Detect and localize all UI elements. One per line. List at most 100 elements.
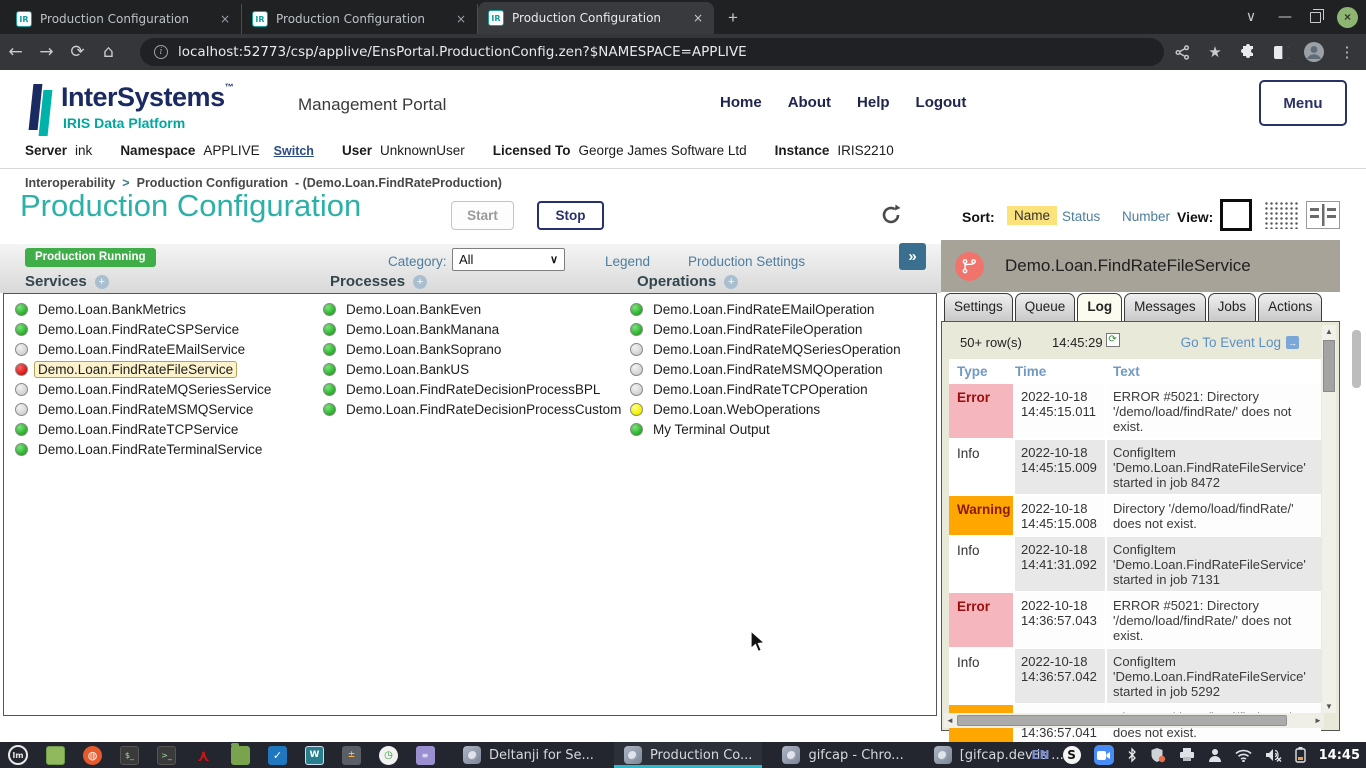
wifi-icon[interactable] xyxy=(1235,749,1252,762)
legend-link[interactable]: Legend xyxy=(605,254,650,269)
address-bar[interactable]: i localhost:52773/csp/applive/EnsPortal.… xyxy=(140,38,1164,66)
status-dot-icon[interactable] xyxy=(630,363,643,376)
user-tray-icon[interactable] xyxy=(1208,748,1222,762)
status-dot-icon[interactable] xyxy=(15,423,28,436)
extensions-icon[interactable] xyxy=(1235,39,1261,65)
browser-tab[interactable]: IR Production Configuration × xyxy=(6,4,242,34)
profile-avatar[interactable] xyxy=(1301,39,1327,65)
service-item-label[interactable]: Demo.Loan.FindRateCSPService xyxy=(34,321,243,338)
scroll-left-icon[interactable]: ◄ xyxy=(944,713,956,728)
operation-item[interactable]: Demo.Loan.FindRateTCPOperation xyxy=(630,379,905,399)
process-item[interactable]: Demo.Loan.BankSoprano xyxy=(323,339,625,359)
new-tab-button[interactable]: + xyxy=(720,5,746,31)
operation-item-label[interactable]: Demo.Loan.WebOperations xyxy=(649,401,824,418)
taskbar-clock[interactable]: 14:45 xyxy=(1319,748,1360,763)
service-item[interactable]: Demo.Loan.FindRateMSMQService xyxy=(15,399,275,419)
operation-item-label[interactable]: Demo.Loan.FindRateMQSeriesOperation xyxy=(649,341,905,358)
production-settings-link[interactable]: Production Settings xyxy=(688,254,805,269)
menu-button[interactable]: Menu xyxy=(1259,80,1347,126)
process-item-label[interactable]: Demo.Loan.FindRateDecisionProcessCustom xyxy=(342,401,625,418)
scroll-down-icon[interactable]: ▼ xyxy=(1322,700,1336,713)
process-item[interactable]: Demo.Loan.BankEven xyxy=(323,299,625,319)
tab-close-icon[interactable]: × xyxy=(690,10,706,26)
status-dot-icon[interactable] xyxy=(15,343,28,356)
restore-icon[interactable] xyxy=(1310,12,1321,23)
process-item-label[interactable]: Demo.Loan.FindRateDecisionProcessBPL xyxy=(342,381,604,398)
log-vertical-scrollbar[interactable]: ▲ ▼ xyxy=(1322,325,1336,713)
back-icon[interactable]: ← xyxy=(0,42,31,62)
add-service-icon[interactable]: + xyxy=(95,275,109,289)
log-col-type[interactable]: Type xyxy=(949,364,1015,379)
service-item-label[interactable]: Demo.Loan.FindRateMQSeriesService xyxy=(34,381,275,398)
browser-tab[interactable]: IR Production Configuration × xyxy=(478,2,714,34)
status-dot-icon[interactable] xyxy=(630,303,643,316)
sort-number-option[interactable]: Number xyxy=(1122,209,1170,224)
nav-about[interactable]: About xyxy=(788,94,831,111)
status-dot-icon[interactable] xyxy=(15,363,28,376)
process-item[interactable]: Demo.Loan.BankUS xyxy=(323,359,625,379)
status-dot-icon[interactable] xyxy=(15,443,28,456)
view-split-button[interactable] xyxy=(1306,201,1340,229)
minimize-icon[interactable]: — xyxy=(1276,9,1294,25)
taskbar-window-button[interactable]: Deltanji for Se... xyxy=(453,742,604,768)
service-item[interactable]: Demo.Loan.FindRateFileService xyxy=(15,359,275,379)
operation-item[interactable]: Demo.Loan.FindRateMSMQOperation xyxy=(630,359,905,379)
service-item-label[interactable]: Demo.Loan.FindRateEMailService xyxy=(34,341,249,358)
editor-app-icon[interactable]: W xyxy=(305,746,324,765)
page-scrollbar-thumb[interactable] xyxy=(1352,330,1361,388)
taskbar-window-button[interactable]: gifcap - Chro... xyxy=(772,742,913,768)
status-dot-icon[interactable] xyxy=(630,383,643,396)
red-app-icon[interactable]: ⋏ xyxy=(194,746,213,765)
status-dot-icon[interactable] xyxy=(15,403,28,416)
forward-icon[interactable]: → xyxy=(31,42,62,62)
operation-item[interactable]: Demo.Loan.FindRateEMailOperation xyxy=(630,299,905,319)
operation-item-label[interactable]: Demo.Loan.FindRateFileOperation xyxy=(649,321,866,338)
status-dot-icon[interactable] xyxy=(323,343,336,356)
category-select[interactable]: All ∨ xyxy=(452,248,565,271)
refresh-indicator-icon[interactable] xyxy=(879,203,903,227)
operation-item[interactable]: Demo.Loan.WebOperations xyxy=(630,399,905,419)
status-dot-icon[interactable] xyxy=(323,303,336,316)
view-grid-button[interactable] xyxy=(1264,201,1298,229)
detail-tab[interactable]: Queue xyxy=(1015,293,1076,322)
process-item[interactable]: Demo.Loan.FindRateDecisionProcessBPL xyxy=(323,379,625,399)
detail-tab[interactable]: Actions xyxy=(1258,293,1322,322)
tab-search-icon[interactable]: ∨ xyxy=(1242,9,1260,25)
scroll-right-icon[interactable]: ► xyxy=(1312,713,1324,728)
nav-help[interactable]: Help xyxy=(857,94,890,111)
notes-app-icon[interactable]: ≡ xyxy=(416,746,435,765)
process-item[interactable]: Demo.Loan.FindRateDecisionProcessCustom xyxy=(323,399,625,419)
log-row[interactable]: Info 2022-10-1814:41:31.092 ConfigItem '… xyxy=(949,537,1321,591)
detail-tab[interactable]: Messages xyxy=(1124,293,1206,322)
service-item[interactable]: Demo.Loan.BankMetrics xyxy=(15,299,275,319)
status-dot-icon[interactable] xyxy=(15,383,28,396)
sort-status-option[interactable]: Status xyxy=(1062,209,1100,224)
switch-link[interactable]: Switch xyxy=(274,144,314,158)
process-item-label[interactable]: Demo.Loan.BankUS xyxy=(342,361,473,378)
status-dot-icon[interactable] xyxy=(323,363,336,376)
status-dot-icon[interactable] xyxy=(630,423,643,436)
status-dot-icon[interactable] xyxy=(15,323,28,336)
go-arrow-icon[interactable]: → xyxy=(1286,336,1299,349)
tab-close-icon[interactable]: × xyxy=(453,11,469,27)
operation-item-label[interactable]: Demo.Loan.FindRateTCPOperation xyxy=(649,381,872,398)
vscode-icon[interactable]: ✓ xyxy=(268,746,287,765)
side-panel-icon[interactable] xyxy=(1268,39,1294,65)
site-info-icon[interactable]: i xyxy=(154,45,168,59)
stop-button[interactable]: Stop xyxy=(537,201,604,230)
service-item[interactable]: Demo.Loan.FindRateMQSeriesService xyxy=(15,379,275,399)
process-item[interactable]: Demo.Loan.BankManana xyxy=(323,319,625,339)
share-icon[interactable] xyxy=(1169,39,1195,65)
skype-tray-icon[interactable]: S xyxy=(1063,746,1081,764)
status-dot-icon[interactable] xyxy=(323,323,336,336)
bluetooth-icon[interactable] xyxy=(1127,747,1137,763)
view-list-button[interactable] xyxy=(1220,199,1252,231)
detail-tab[interactable]: Log xyxy=(1077,293,1122,322)
calculator-icon[interactable]: ± xyxy=(342,746,361,765)
sort-name-option[interactable]: Name xyxy=(1007,206,1057,225)
taskbar-window-button[interactable]: Production Co... xyxy=(614,742,763,768)
log-row[interactable]: Info 2022-10-1814:45:15.009 ConfigItem '… xyxy=(949,440,1321,494)
operation-item[interactable]: Demo.Loan.FindRateFileOperation xyxy=(630,319,905,339)
service-item-label[interactable]: Demo.Loan.BankMetrics xyxy=(34,301,190,318)
files-icon[interactable] xyxy=(231,746,250,765)
